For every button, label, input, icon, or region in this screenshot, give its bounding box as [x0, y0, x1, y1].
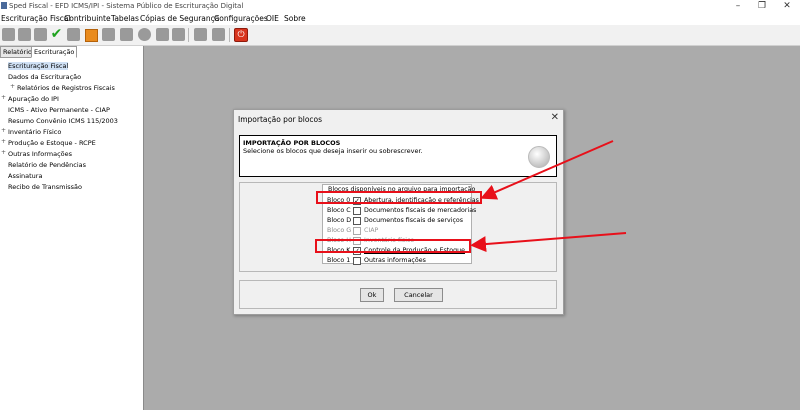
- arrow-to-bloco-0: [480, 140, 614, 200]
- arrow-to-bloco-k: [470, 232, 627, 253]
- annotation-arrows: [470, 140, 627, 253]
